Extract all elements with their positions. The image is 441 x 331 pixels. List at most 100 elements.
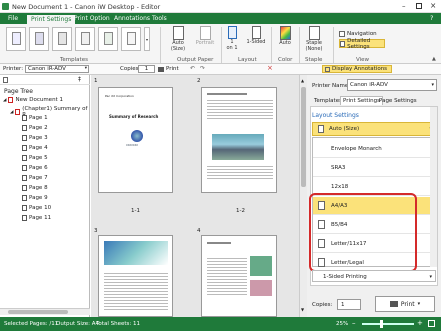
- selected-pages-status: Selected Pages: /11: [4, 321, 59, 327]
- size-option-sra3[interactable]: SRA3: [313, 159, 437, 177]
- view-group-label: View: [356, 57, 370, 63]
- color-icon: [279, 26, 291, 40]
- template-preset-2[interactable]: [29, 27, 49, 51]
- size-option-envelope-monarch[interactable]: Envelope Monarch: [313, 140, 437, 158]
- collapse-icon[interactable]: ◢: [10, 110, 13, 115]
- sided-printing-button[interactable]: 1-Sided: [245, 26, 267, 45]
- page-thumbnail-2[interactable]: [201, 87, 277, 193]
- logo: [131, 130, 143, 142]
- close-icon[interactable]: ×: [430, 1, 436, 10]
- chevron-down-icon: ▾: [417, 301, 421, 307]
- staple-button[interactable]: Staple (None): [302, 26, 326, 52]
- page-thumbnail-3[interactable]: [98, 235, 173, 317]
- templates-gallery-more-icon[interactable]: ▾: [144, 27, 150, 51]
- template-preset-4[interactable]: [75, 27, 95, 51]
- tree-page[interactable]: Page 2: [22, 125, 48, 131]
- page-label: 1-1: [131, 208, 140, 214]
- tree-page[interactable]: Page 10: [22, 205, 51, 211]
- template-preset-3[interactable]: [52, 27, 72, 51]
- redo-icon[interactable]: ↷: [200, 65, 205, 72]
- zoom-slider[interactable]: [362, 323, 414, 325]
- sided-printing-select[interactable]: 1-Sided Printing ▾: [312, 270, 436, 282]
- tree-page[interactable]: Page 11: [22, 215, 51, 221]
- ribbon-collapse-icon[interactable]: ▲: [432, 56, 436, 62]
- print-button[interactable]: Print: [158, 65, 182, 73]
- page-tree-panel: ‡ Page Tree ◢ New Document 1 ◢ (Chapter1…: [0, 75, 90, 317]
- pin-icon[interactable]: ‡: [78, 76, 81, 83]
- settings-scrollbar[interactable]: [430, 107, 437, 267]
- page-number: 2: [197, 78, 201, 84]
- chevron-down-icon: ▾: [84, 66, 87, 71]
- color-group-label: Color: [278, 57, 293, 63]
- tree-page[interactable]: Page 4: [22, 145, 48, 151]
- zoom-in-icon[interactable]: +: [417, 319, 423, 327]
- printer-select[interactable]: Canon iR-ADV ▾: [25, 65, 89, 73]
- page-label: 1-2: [236, 208, 245, 214]
- tree-page[interactable]: Page 3: [22, 135, 48, 141]
- output-size-button[interactable]: Auto (Size): [166, 26, 190, 52]
- delete-icon[interactable]: ×: [267, 64, 273, 72]
- minimize-icon[interactable]: –: [402, 2, 406, 10]
- output-size-status: Output Size: A4: [56, 321, 100, 327]
- ribbon: ▾ Templates Auto (Size) Portrait Output …: [0, 24, 441, 64]
- document-heading: Summary of Research: [109, 114, 159, 119]
- tree-page[interactable]: Page 8: [22, 185, 48, 191]
- tab-print-settings[interactable]: Print Settings: [27, 15, 76, 24]
- page-tree-title: Page Tree: [4, 88, 33, 95]
- tab-file[interactable]: File: [4, 14, 22, 24]
- layout-settings-heading: Layout Settings: [312, 112, 359, 119]
- copies-input[interactable]: 1: [138, 65, 155, 73]
- page-size-icon: [172, 26, 184, 40]
- zoom-out-icon[interactable]: –: [352, 319, 356, 327]
- tree-page[interactable]: Page 9: [22, 195, 48, 201]
- page-icon: [22, 115, 27, 121]
- detailed-settings-icon: [340, 40, 346, 47]
- page-thumbnail-1[interactable]: Pac XX Corporation Summary of Research X…: [98, 87, 173, 193]
- page-thumbnail-4[interactable]: [201, 235, 277, 317]
- window-title: New Document 1 - Canon iW Desktop - Edit…: [12, 3, 161, 11]
- tab-page-settings[interactable]: Page Settings: [377, 97, 419, 105]
- detailed-settings-toggle[interactable]: Detailed Settings: [339, 38, 385, 50]
- tree-page[interactable]: Page 1: [22, 115, 48, 121]
- photo: [212, 134, 264, 160]
- undo-icon[interactable]: ↶: [190, 65, 195, 72]
- tree-page[interactable]: Page 6: [22, 165, 48, 171]
- orientation-icon: [199, 26, 211, 40]
- document-icon[interactable]: [3, 77, 8, 83]
- template-preset-5[interactable]: [98, 27, 118, 51]
- tree-page[interactable]: Page 5: [22, 155, 48, 161]
- settings-panel: Printer Name: Canon iR-ADV ▾ Templates P…: [307, 75, 441, 317]
- tree-root[interactable]: ◢ New Document 1: [3, 97, 63, 103]
- photo: [104, 241, 168, 265]
- photo: [250, 256, 272, 276]
- page-icon: [22, 205, 27, 211]
- pages-per-sheet-button[interactable]: 1 on 1: [223, 26, 241, 51]
- maximize-icon[interactable]: [416, 3, 422, 9]
- template-preset-1[interactable]: [6, 27, 26, 51]
- tab-tools[interactable]: Tools: [148, 14, 171, 24]
- help-icon[interactable]: ?: [430, 14, 433, 22]
- tree-horizontal-scrollbar[interactable]: [0, 308, 90, 315]
- annotation-icon: [325, 66, 330, 72]
- document-icon: [8, 97, 14, 103]
- company-text: Pac XX Corporation: [105, 94, 134, 98]
- printer-name-select[interactable]: Canon iR-ADV ▾: [347, 79, 437, 91]
- output-size-select[interactable]: Auto (Size) ▾: [312, 122, 436, 136]
- staple-icon: [308, 26, 320, 40]
- fit-page-icon[interactable]: [428, 320, 435, 327]
- printer-icon: [389, 301, 398, 307]
- copies-input[interactable]: 1: [337, 299, 361, 310]
- thumbnail-scrollbar[interactable]: ▲ ▼: [299, 75, 307, 317]
- tab-print-option[interactable]: Print Option: [70, 14, 114, 24]
- page-number: 4: [197, 228, 201, 234]
- tree-page[interactable]: Page 7: [22, 175, 48, 181]
- staple-group-label: Staple: [305, 57, 323, 63]
- display-annotations-button[interactable]: Display Annotations: [322, 65, 392, 73]
- zoom-slider-thumb[interactable]: [380, 320, 383, 328]
- color-mode-button[interactable]: Auto: [275, 26, 295, 46]
- page-size-icon: [318, 125, 324, 133]
- orientation-button[interactable]: Portrait: [193, 26, 217, 46]
- collapse-icon[interactable]: ◢: [3, 98, 6, 103]
- template-preset-6[interactable]: [121, 27, 141, 51]
- print-button[interactable]: Print ▾: [375, 296, 435, 312]
